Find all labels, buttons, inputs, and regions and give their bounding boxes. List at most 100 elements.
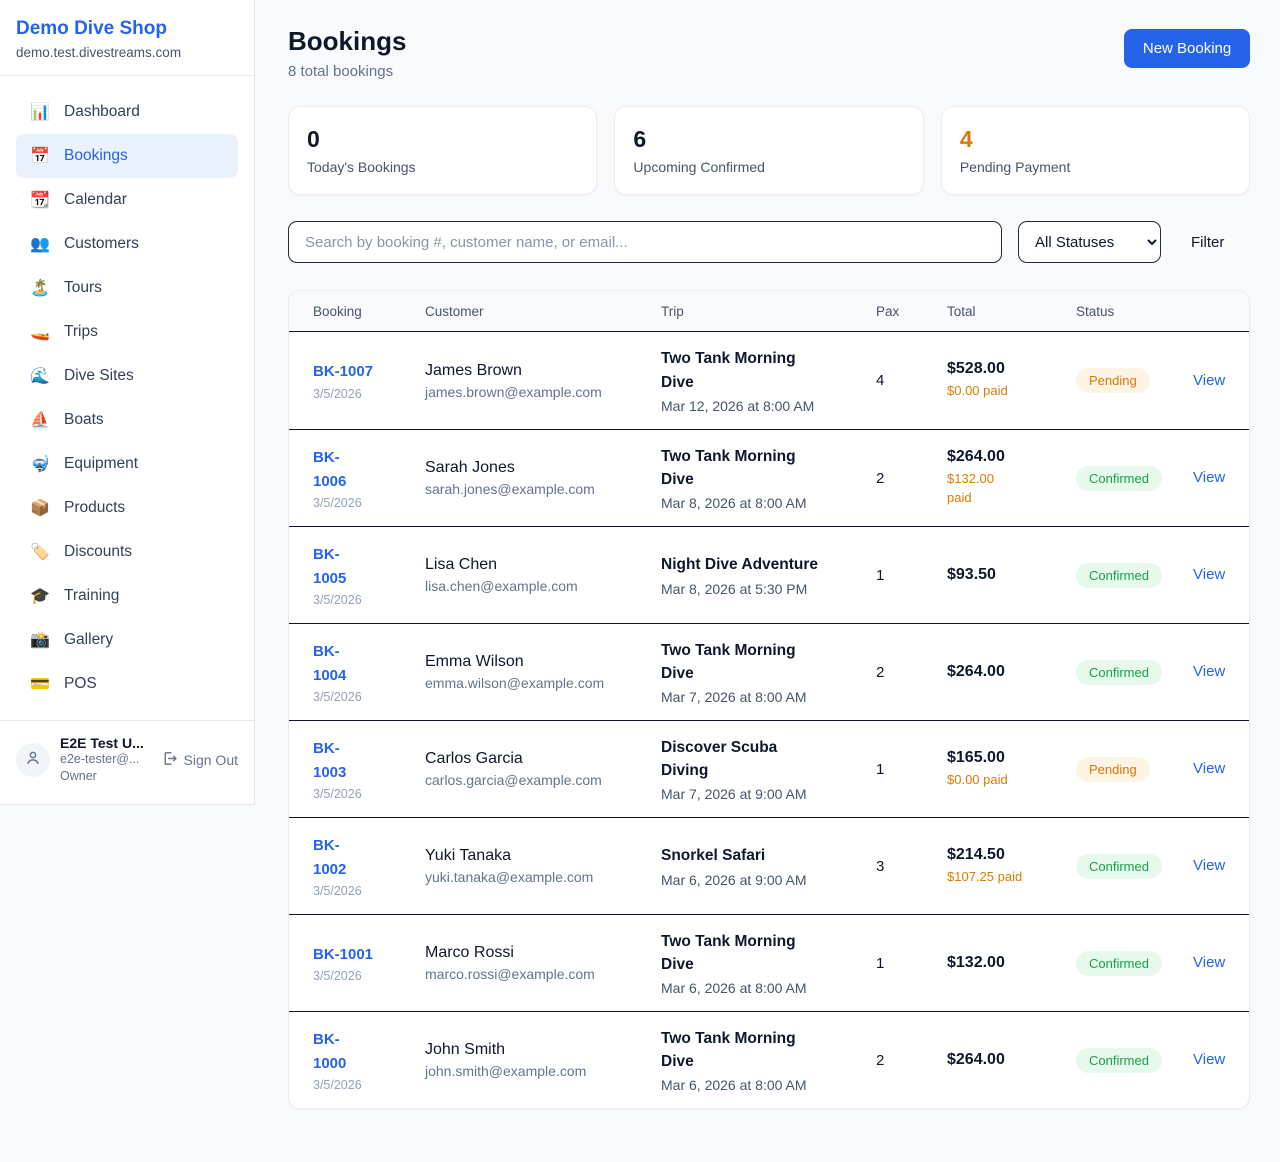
view-link[interactable]: View [1193, 469, 1225, 486]
trip-name: Snorkel Safari [661, 844, 823, 867]
brand-name: Demo Dive Shop [16, 17, 238, 42]
user-meta: E2E Test U... e2e-tester@... Owner [60, 735, 151, 786]
status-cell: Confirmed [1076, 563, 1193, 588]
view-link[interactable]: View [1193, 1051, 1225, 1068]
sidebar-item-products[interactable]: 📦 Products [16, 486, 238, 530]
sidebar-item-discounts[interactable]: 🏷️ Discounts [16, 530, 238, 574]
sign-out-button[interactable]: Sign Out [161, 750, 238, 770]
sidebar-item-pos[interactable]: 💳 POS [16, 662, 238, 706]
sidebar-item-training[interactable]: 🎓 Training [16, 574, 238, 618]
sidebar-item-dive-sites[interactable]: 🌊 Dive Sites [16, 354, 238, 398]
customer-email: lisa.chen@example.com [425, 578, 661, 594]
pax-cell: 2 [876, 664, 947, 681]
booking-date: 3/5/2026 [313, 1078, 425, 1092]
booking-id-link[interactable]: BK-1007 [313, 360, 373, 383]
sign-out-label: Sign Out [184, 752, 238, 768]
table-row: BK- 1003 3/5/2026 Carlos Garcia carlos.g… [289, 720, 1249, 817]
filter-button[interactable]: Filter [1177, 226, 1238, 259]
booking-cell: BK- 1002 3/5/2026 [313, 834, 425, 898]
main-content: Bookings 8 total bookings New Booking 0 … [255, 0, 1280, 1139]
view-link[interactable]: View [1193, 760, 1225, 777]
view-link[interactable]: View [1193, 954, 1225, 971]
total-amount: $214.50 [947, 846, 1076, 864]
total-cell: $165.00 $0.00 paid [947, 749, 1076, 790]
total-amount: $264.00 [947, 1051, 1076, 1069]
sidebar-item-customers[interactable]: 👥 Customers [16, 222, 238, 266]
customer-email: carlos.garcia@example.com [425, 772, 661, 788]
customer-email: john.smith@example.com [425, 1063, 661, 1079]
status-cell: Pending [1076, 368, 1193, 393]
view-link[interactable]: View [1193, 372, 1225, 389]
calendar-icon: 📅 [30, 146, 50, 166]
new-booking-button[interactable]: New Booking [1124, 29, 1250, 68]
column-header-pax: Pax [876, 304, 947, 319]
sidebar-item-label: Gallery [64, 631, 113, 649]
total-paid: $107.25 paid [947, 868, 1037, 887]
view-link[interactable]: View [1193, 663, 1225, 680]
pax-cell: 2 [876, 470, 947, 487]
table-row: BK- 1006 3/5/2026 Sarah Jones sarah.jone… [289, 429, 1249, 526]
booking-date: 3/5/2026 [313, 690, 425, 704]
view-link[interactable]: View [1193, 857, 1225, 874]
person-icon [24, 749, 42, 772]
page-subtitle: 8 total bookings [288, 63, 406, 80]
trip-time: Mar 8, 2026 at 5:30 PM [661, 581, 876, 597]
trip-name: Night Dive Adventure [661, 553, 823, 576]
booking-date: 3/5/2026 [313, 884, 425, 898]
brand: Demo Dive Shop demo.test.divestreams.com [0, 0, 254, 76]
sidebar-item-label: Calendar [64, 191, 127, 209]
sidebar-item-label: Bookings [64, 147, 128, 165]
booking-id-link[interactable]: BK- 1002 [313, 834, 346, 881]
sidebar-item-tours[interactable]: 🏝️ Tours [16, 266, 238, 310]
trip-name: Two Tank Morning Dive [661, 930, 823, 977]
table-row: BK-1007 3/5/2026 James Brown james.brown… [289, 332, 1249, 429]
speedboat-icon: 🚤 [30, 322, 50, 342]
customer-email: yuki.tanaka@example.com [425, 869, 661, 885]
booking-date: 3/5/2026 [313, 969, 425, 983]
sidebar-item-equipment[interactable]: 🤿 Equipment [16, 442, 238, 486]
sidebar-item-label: Equipment [64, 455, 138, 473]
sidebar-item-calendar[interactable]: 📆 Calendar [16, 178, 238, 222]
trip-name: Two Tank Morning Dive [661, 1027, 823, 1074]
booking-id-link[interactable]: BK- 1004 [313, 640, 346, 687]
booking-id-link[interactable]: BK- 1006 [313, 446, 346, 493]
sidebar-item-bookings[interactable]: 📅 Bookings [16, 134, 238, 178]
view-link[interactable]: View [1193, 566, 1225, 583]
total-amount: $264.00 [947, 663, 1076, 681]
trip-time: Mar 8, 2026 at 8:00 AM [661, 495, 876, 511]
sidebar-item-dashboard[interactable]: 📊 Dashboard [16, 90, 238, 134]
status-select[interactable]: All Statuses [1018, 221, 1161, 263]
pax-cell: 1 [876, 955, 947, 972]
tag-icon: 🏷️ [30, 542, 50, 562]
stat-label: Today's Bookings [307, 159, 578, 175]
trip-cell: Night Dive Adventure Mar 8, 2026 at 5:30… [661, 553, 876, 596]
sidebar-item-trips[interactable]: 🚤 Trips [16, 310, 238, 354]
trip-cell: Discover Scuba Diving Mar 7, 2026 at 9:0… [661, 736, 876, 803]
table-header: Booking Customer Trip Pax Total Status [289, 291, 1249, 332]
trip-name: Two Tank Morning Dive [661, 347, 823, 394]
sidebar-item-label: Dashboard [64, 103, 140, 121]
customer-email: marco.rossi@example.com [425, 966, 661, 982]
user-role: Owner [60, 768, 151, 786]
sidebar-item-label: POS [64, 675, 97, 693]
sidebar-item-label: Trips [64, 323, 98, 341]
booking-id-link[interactable]: BK-1001 [313, 943, 373, 966]
booking-id-link[interactable]: BK- 1005 [313, 543, 346, 590]
search-input[interactable] [288, 221, 1002, 263]
customer-cell: Carlos Garcia carlos.garcia@example.com [425, 750, 661, 788]
sidebar-item-label: Customers [64, 235, 139, 253]
stat-value: 0 [307, 126, 578, 153]
customer-cell: Sarah Jones sarah.jones@example.com [425, 459, 661, 497]
stat-label: Upcoming Confirmed [633, 159, 904, 175]
booking-id-link[interactable]: BK- 1003 [313, 737, 346, 784]
status-badge: Confirmed [1076, 466, 1162, 491]
sidebar-item-boats[interactable]: ⛵ Boats [16, 398, 238, 442]
column-header-trip: Trip [661, 304, 876, 319]
status-badge: Pending [1076, 757, 1150, 782]
user-name: E2E Test U... [60, 735, 151, 751]
booking-id-link[interactable]: BK- 1000 [313, 1028, 346, 1075]
actions-cell: View [1193, 857, 1225, 875]
trip-time: Mar 6, 2026 at 8:00 AM [661, 1077, 876, 1093]
filter-row: All Statuses Filter [288, 221, 1250, 263]
sidebar-item-gallery[interactable]: 📸 Gallery [16, 618, 238, 662]
